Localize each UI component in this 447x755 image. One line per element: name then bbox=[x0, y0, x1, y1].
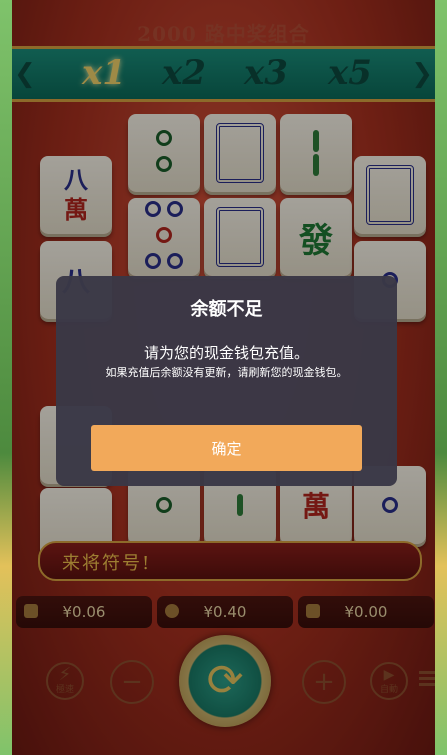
insufficient-balance-dialog: 余额不足 请为您的现金钱包充值。 如果充值后余额没有更新，请刷新您的现金钱包。 … bbox=[56, 276, 397, 486]
dialog-subtext: 如果充值后余额没有更新，请刷新您的现金钱包。 bbox=[105, 366, 348, 379]
background-strip-left bbox=[0, 0, 12, 755]
dialog-message: 请为您的现金钱包充值。 bbox=[143, 344, 309, 362]
confirm-button[interactable]: 确定 bbox=[91, 425, 362, 471]
background-strip-right bbox=[435, 0, 447, 755]
dialog-title: 余额不足 bbox=[190, 299, 263, 320]
